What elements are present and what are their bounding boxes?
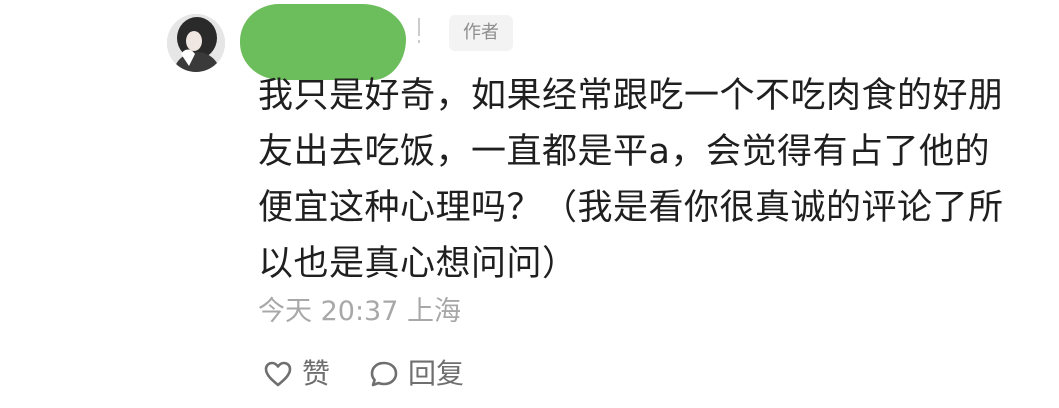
avatar[interactable] [167, 14, 225, 72]
reply-button[interactable]: 回复 [368, 354, 464, 394]
avatar-image [167, 14, 225, 72]
author-badge: 作者 [449, 15, 513, 51]
comment-time: 今天 20:37 [258, 296, 399, 327]
comment-meta: 今天 20:37 上海 [258, 292, 461, 332]
like-label: 赞 [302, 357, 331, 390]
reply-label: 回复 [408, 357, 465, 390]
heart-icon [262, 358, 294, 390]
comment-text: 我只是好奇，如果经常跟吃一个不吃肉食的好朋友出去吃饭，一直都是平a，会觉得有占了… [258, 76, 1004, 284]
comment-location: 上海 [407, 296, 461, 327]
chat-bubble-icon [368, 358, 400, 390]
comment-actions: 赞 回复 [262, 352, 464, 396]
separator [418, 18, 422, 44]
comment-card: 作者 我只是好奇，如果经常跟吃一个不吃肉食的好朋友出去吃饭，一直都是平a，会觉得… [0, 0, 1059, 408]
like-button[interactable]: 赞 [262, 354, 330, 394]
